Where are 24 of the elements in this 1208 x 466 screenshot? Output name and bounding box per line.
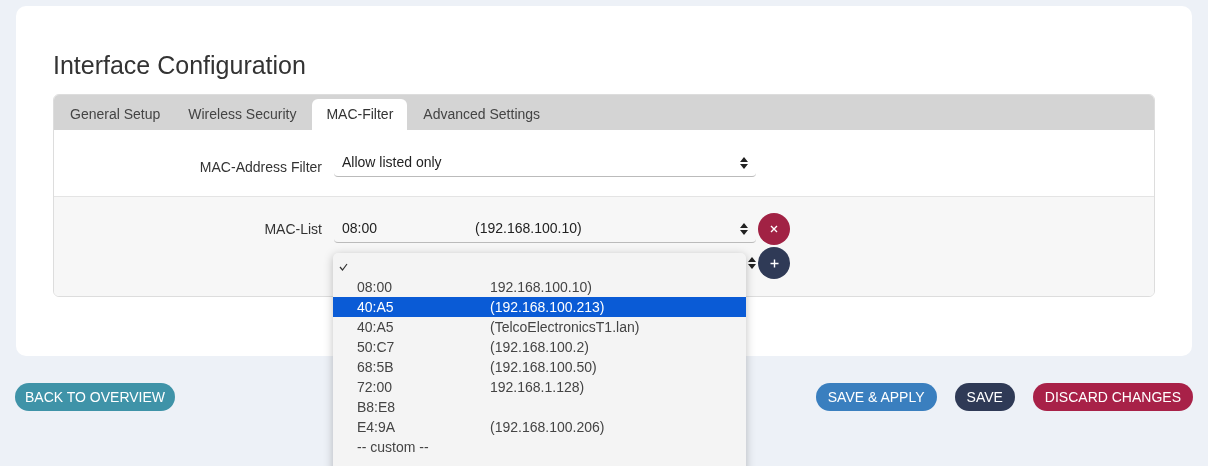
mac-select[interactable]: 08:00 (192.168.100.10) xyxy=(334,215,756,243)
mac-value: 08:00 xyxy=(342,219,379,238)
dropdown-option[interactable]: 40:A5 (TelcoElectronicsT1.lan) xyxy=(333,317,746,337)
dropdown-option[interactable]: 50:C7 (192.168.100.2) xyxy=(333,337,746,357)
page-title: Interface Configuration xyxy=(53,50,307,80)
dropdown-option[interactable]: 08:00 192.168.100.10) xyxy=(333,277,746,297)
dropdown-option[interactable]: 72:00 192.168.1.128) xyxy=(333,377,746,397)
dropdown-option[interactable]: E4:9A (192.168.100.206) xyxy=(333,417,746,437)
dropdown-option[interactable]: -- custom -- xyxy=(333,437,746,457)
field-label: MAC-List xyxy=(263,219,323,239)
field-label: MAC-Address Filter xyxy=(198,157,323,177)
tab[interactable]: Wireless Security xyxy=(176,99,309,130)
save-button[interactable]: SAVE xyxy=(954,383,1015,411)
dropdown-option[interactable]: B8:E8 xyxy=(333,397,746,417)
tab[interactable]: MAC-Filter xyxy=(312,99,408,130)
filter-select[interactable]: Allow listed only xyxy=(334,149,756,177)
tab[interactable]: Advanced Settings xyxy=(411,99,553,130)
back-button[interactable]: BACK TO OVERVIEW xyxy=(15,383,176,411)
tab[interactable]: General Setup xyxy=(58,99,173,130)
save-apply-button[interactable]: SAVE & APPLY xyxy=(815,383,937,411)
discard-button[interactable]: DISCARD CHANGES xyxy=(1032,383,1193,411)
host-value: (192.168.100.10) xyxy=(475,219,583,238)
dropdown-option[interactable]: 40:A5 (192.168.100.213) xyxy=(333,297,746,317)
dropdown-option[interactable]: 68:5B (192.168.100.50) xyxy=(333,357,746,377)
